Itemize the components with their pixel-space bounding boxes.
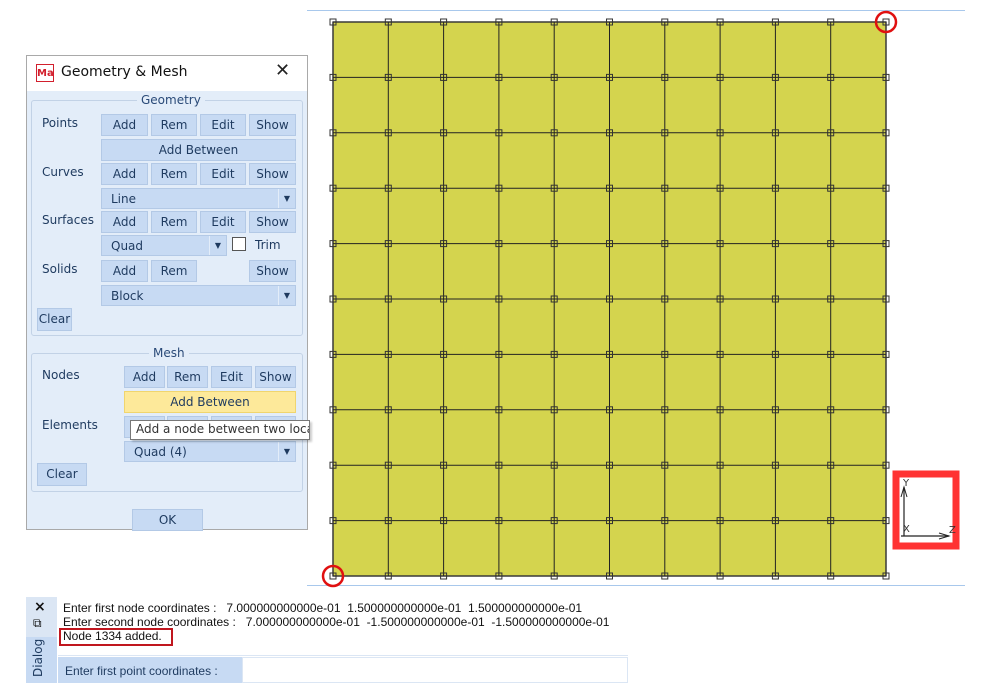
points-edit-button[interactable]: Edit [200, 114, 246, 136]
points-show-button[interactable]: Show [249, 114, 296, 136]
elements-label: Elements [42, 418, 98, 432]
highlight-box [59, 628, 173, 646]
surfaces-rem-button[interactable]: Rem [151, 211, 197, 233]
command-input[interactable] [242, 657, 628, 683]
solid-type-dropdown[interactable]: Block ▼ [101, 285, 296, 306]
dialog-tab[interactable]: Dialog [26, 637, 57, 683]
surfaces-edit-button[interactable]: Edit [200, 211, 246, 233]
geometry-group-title: Geometry [137, 93, 205, 107]
curves-edit-button[interactable]: Edit [200, 163, 246, 185]
solids-label: Solids [42, 262, 78, 276]
chevron-down-icon: ▼ [278, 442, 295, 461]
geometry-mesh-dialog: Ma Geometry & Mesh ✕ Geometry Points Add… [26, 55, 308, 531]
curves-label: Curves [42, 165, 84, 179]
element-type-dropdown[interactable]: Quad (4) ▼ [124, 441, 296, 462]
z-axis-label: Z [949, 525, 956, 536]
curves-add-button[interactable]: Add [101, 163, 148, 185]
points-add-between-button[interactable]: Add Between [101, 139, 296, 161]
tooltip: Add a node between two locations [130, 420, 310, 440]
points-add-button[interactable]: Add [101, 114, 148, 136]
nodes-show-button[interactable]: Show [255, 366, 296, 388]
app-logo: Ma [36, 64, 54, 82]
close-icon[interactable]: ✕ [275, 60, 290, 81]
curve-type-value: Line [111, 192, 137, 206]
console-output: Enter first node coordinates : 7.0000000… [58, 598, 628, 656]
points-rem-button[interactable]: Rem [151, 114, 197, 136]
chevron-down-icon: ▼ [209, 236, 226, 255]
dialog-tab-label: Dialog [31, 638, 45, 677]
x-axis-label: X [903, 524, 910, 535]
surfaces-label: Surfaces [42, 213, 94, 227]
solids-rem-button[interactable]: Rem [151, 260, 197, 282]
trim-checkbox[interactable] [232, 237, 246, 251]
solids-show-button[interactable]: Show [249, 260, 296, 282]
points-label: Points [42, 116, 79, 130]
solid-type-value: Block [111, 289, 144, 303]
prompt-label-box: Enter first point coordinates : [58, 657, 242, 683]
console-line: Enter second node coordinates : 7.000000… [63, 615, 610, 629]
curves-show-button[interactable]: Show [249, 163, 296, 185]
trim-label: Trim [255, 238, 281, 252]
ok-button[interactable]: OK [132, 509, 203, 531]
curve-type-dropdown[interactable]: Line ▼ [101, 188, 296, 209]
surfaces-show-button[interactable]: Show [249, 211, 296, 233]
console-side-strip: × ⧉ Dialog [26, 597, 57, 683]
console-restore-icon[interactable]: ⧉ [33, 616, 42, 631]
title-bar: Ma Geometry & Mesh ✕ [27, 56, 307, 91]
mesh-viewport[interactable]: Y X Z [300, 0, 981, 600]
geometry-clear-button[interactable]: Clear [37, 308, 72, 331]
console-close-icon[interactable]: × [34, 599, 46, 615]
prompt-label: Enter first point coordinates : [65, 664, 218, 678]
dialog-title: Geometry & Mesh [61, 64, 188, 80]
curves-rem-button[interactable]: Rem [151, 163, 197, 185]
element-type-value: Quad (4) [134, 445, 187, 459]
y-axis-label: Y [902, 478, 910, 489]
nodes-add-between-button[interactable]: Add Between [124, 391, 296, 413]
nodes-edit-button[interactable]: Edit [211, 366, 252, 388]
surfaces-add-button[interactable]: Add [101, 211, 148, 233]
solids-add-button[interactable]: Add [101, 260, 148, 282]
surface-type-value: Quad [111, 239, 144, 253]
surface-type-dropdown[interactable]: Quad ▼ [101, 235, 227, 256]
mesh-group-title: Mesh [149, 346, 189, 360]
chevron-down-icon: ▼ [278, 189, 295, 208]
nodes-rem-button[interactable]: Rem [167, 366, 208, 388]
mesh-clear-button[interactable]: Clear [37, 463, 87, 486]
nodes-label: Nodes [42, 368, 80, 382]
nodes-add-button[interactable]: Add [124, 366, 165, 388]
chevron-down-icon: ▼ [278, 286, 295, 305]
console-line: Enter first node coordinates : 7.0000000… [63, 601, 583, 615]
